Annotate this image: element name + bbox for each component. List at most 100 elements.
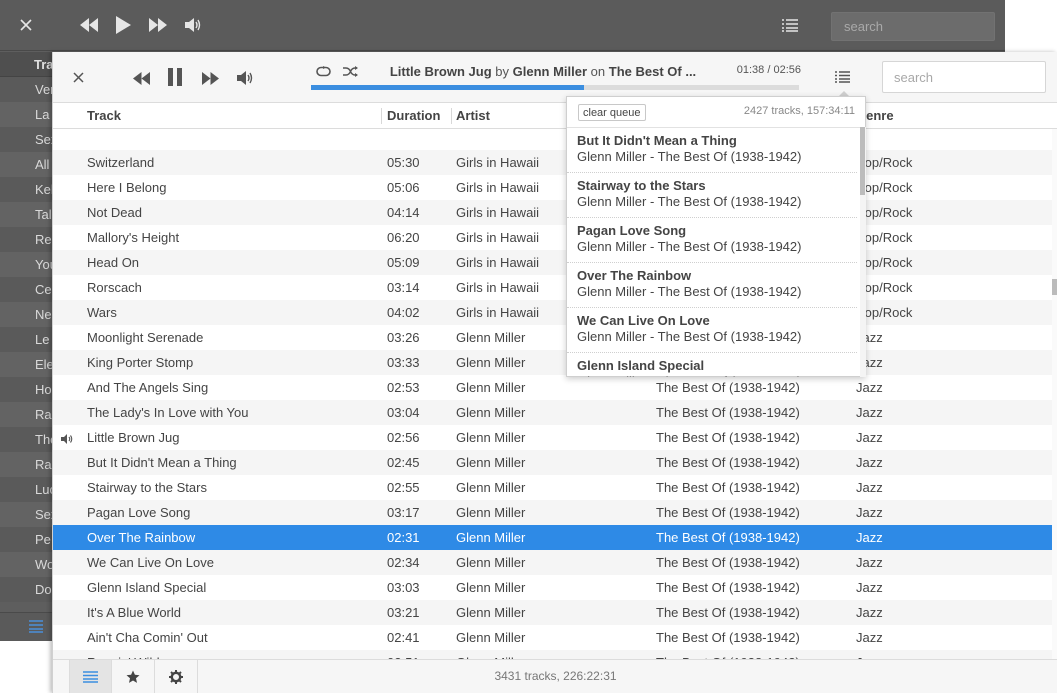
next-icon[interactable] xyxy=(198,66,222,90)
background-list-item[interactable]: Kel xyxy=(0,177,52,202)
background-list-item[interactable]: Ver xyxy=(0,77,52,102)
table-row[interactable]: Runnin' Wild02:51Glenn MillerThe Best Of… xyxy=(53,650,1052,659)
cell-track: Pagan Love Song xyxy=(87,505,191,520)
cell-duration: 02:53 xyxy=(387,380,420,395)
background-list-item[interactable]: Ho xyxy=(0,377,52,402)
column-artist[interactable]: Artist xyxy=(456,108,490,123)
queue-item[interactable]: We Can Live On Love Glenn Miller - The Be… xyxy=(567,308,857,353)
queue-list-icon[interactable] xyxy=(831,66,853,88)
background-track-list: VerLaSexAllKelTalReiYouCeNeLeEleHoRadThe… xyxy=(0,52,52,612)
repeat-icon[interactable] xyxy=(313,62,333,80)
queue-item-title: Glenn Island Special xyxy=(577,358,705,373)
table-row[interactable]: Ain't Cha Comin' Out 02:41 Glenn Miller The… xyxy=(53,625,1052,650)
background-list-item[interactable]: The xyxy=(0,427,52,452)
search-input[interactable] xyxy=(882,61,1046,93)
background-list-item[interactable]: La xyxy=(0,102,52,127)
background-list-item[interactable]: Tal xyxy=(0,202,52,227)
background-list-item[interactable]: Sex xyxy=(0,127,52,152)
queue-scrollbar-thumb[interactable] xyxy=(860,127,865,195)
background-list-item[interactable]: Rei xyxy=(0,227,52,252)
background-footer xyxy=(0,612,52,641)
table-row[interactable]: Stairway to the Stars 02:55 Glenn Miller Th… xyxy=(53,475,1052,500)
column-separator[interactable] xyxy=(381,108,382,124)
scrollbar-thumb[interactable] xyxy=(1052,279,1057,295)
table-row[interactable]: Little Brown Jug 02:56 Glenn Miller The Bes… xyxy=(53,425,1052,450)
cell-duration: 06:20 xyxy=(387,230,420,245)
cell-genre: Pop/Rock xyxy=(856,255,913,270)
table-row[interactable] xyxy=(53,129,1052,150)
table-row[interactable]: King Porter Stomp 03:33 Glenn Miller Jazz xyxy=(53,350,1052,375)
queue-item-title: We Can Live On Love xyxy=(577,313,710,328)
cell-duration: 03:03 xyxy=(387,580,420,595)
table-row[interactable]: It's A Blue World 03:21 Glenn Miller The Be… xyxy=(53,600,1052,625)
table-row[interactable]: Switzerland 05:30 Girls in Hawaii Pop/Rock xyxy=(53,150,1052,175)
cell-album: The Best Of (1938-1942) xyxy=(656,605,800,620)
previous-icon[interactable] xyxy=(77,13,101,37)
cell-album: The Best Of (1938-1942) xyxy=(656,405,800,420)
now-playing-label: Little Brown Jug by Glenn Miller on The … xyxy=(373,64,713,82)
shuffle-icon[interactable] xyxy=(340,62,360,80)
background-list-item[interactable]: Wo xyxy=(0,552,52,577)
queue-item[interactable]: Over The Rainbow Glenn Miller - The Best … xyxy=(567,263,857,308)
table-row[interactable]: Mallory's Height 06:20 Girls in Hawaii Pop/… xyxy=(53,225,1052,250)
table-row[interactable]: Moonlight Serenade 03:26 Glenn Miller Jazz xyxy=(53,325,1052,350)
previous-icon[interactable] xyxy=(129,66,153,90)
clear-queue-button[interactable]: clear queue xyxy=(578,104,646,121)
background-list-item[interactable]: Le xyxy=(0,327,52,352)
queue-item-subtitle: Glenn Miller - The Best Of (1938-1942) xyxy=(577,239,802,254)
background-search-input[interactable]: search xyxy=(831,12,995,41)
table-row[interactable]: Head On 05:09 Girls in Hawaii Pop/Rock xyxy=(53,250,1052,275)
cell-genre: Jazz xyxy=(856,405,883,420)
queue-popup: clear queue 2427 tracks, 157:34:11 But I… xyxy=(566,96,866,377)
table-row[interactable]: Rorscach 03:14 Girls in Hawaii Pop/Rock xyxy=(53,275,1052,300)
close-icon[interactable] xyxy=(14,13,38,37)
volume-icon[interactable] xyxy=(181,13,205,37)
cell-track: Glenn Island Special xyxy=(87,580,207,595)
cell-genre: Jazz xyxy=(856,555,883,570)
next-icon[interactable] xyxy=(146,13,170,37)
background-list-item[interactable]: Ne xyxy=(0,302,52,327)
background-list-item[interactable]: Pe xyxy=(0,527,52,552)
table-row[interactable]: Here I Belong 05:06 Girls in Hawaii Pop/Roc… xyxy=(53,175,1052,200)
play-icon[interactable] xyxy=(111,13,135,37)
queue-item[interactable]: But It Didn't Mean a Thing Glenn Miller -… xyxy=(567,128,857,173)
table-row[interactable]: The Lady's In Love with You 03:04 Glenn Mi… xyxy=(53,400,1052,425)
volume-icon[interactable] xyxy=(233,66,257,90)
table-row[interactable]: We Can Live On Love 02:34 Glenn Miller The … xyxy=(53,550,1052,575)
table-row[interactable]: Not Dead 04:14 Girls in Hawaii Pop/Rock xyxy=(53,200,1052,225)
queue-item-title: Pagan Love Song xyxy=(577,223,687,238)
close-icon[interactable] xyxy=(67,66,89,88)
table-row[interactable]: And The Angels Sing 02:53 Glenn Miller The … xyxy=(53,375,1052,400)
cell-artist: Glenn Miller xyxy=(456,605,526,620)
queue-item[interactable]: Pagan Love Song Glenn Miller - The Best O… xyxy=(567,218,857,263)
cell-track: We Can Live On Love xyxy=(87,555,214,570)
table-row[interactable]: Pagan Love Song 03:17 Glenn Miller The Best… xyxy=(53,500,1052,525)
background-list-item[interactable]: Rad xyxy=(0,452,52,477)
table-row[interactable]: But It Didn't Mean a Thing 02:45 Glenn Mil… xyxy=(53,450,1052,475)
queue-item[interactable]: Glenn Island SpecialGlenn Miller - The B… xyxy=(567,353,857,377)
background-list-item[interactable]: Ce xyxy=(0,277,52,302)
background-list-item[interactable]: Luc xyxy=(0,477,52,502)
table-row[interactable]: Wars 04:02 Girls in Hawaii Pop/Rock xyxy=(53,300,1052,325)
library-list-icon[interactable] xyxy=(28,619,50,637)
column-duration[interactable]: Duration xyxy=(387,108,440,123)
cell-genre: Jazz xyxy=(856,380,883,395)
background-list-item[interactable]: Do xyxy=(0,577,52,602)
progress-bar[interactable] xyxy=(311,85,799,90)
background-list-item[interactable]: You xyxy=(0,252,52,277)
column-track[interactable]: Track xyxy=(87,108,121,123)
column-separator[interactable] xyxy=(451,108,452,124)
queue-scrollbar[interactable] xyxy=(860,127,866,377)
background-list-item[interactable]: Sex xyxy=(0,502,52,527)
background-list-item[interactable]: Rad xyxy=(0,402,52,427)
background-list-item[interactable]: Ele xyxy=(0,352,52,377)
table-row[interactable]: Glenn Island Special 03:03 Glenn Miller The… xyxy=(53,575,1052,600)
background-list-item[interactable]: All xyxy=(0,152,52,177)
table-row[interactable]: Over The Rainbow 02:31 Glenn Miller The Bes… xyxy=(53,525,1052,550)
queue-item[interactable]: Stairway to the Stars Glenn Miller - The … xyxy=(567,173,857,218)
cell-duration: 05:09 xyxy=(387,255,420,270)
scrollbar[interactable] xyxy=(1052,129,1057,659)
queue-list-icon[interactable] xyxy=(778,13,802,37)
pause-icon[interactable] xyxy=(163,65,187,89)
cell-track: Stairway to the Stars xyxy=(87,480,207,495)
